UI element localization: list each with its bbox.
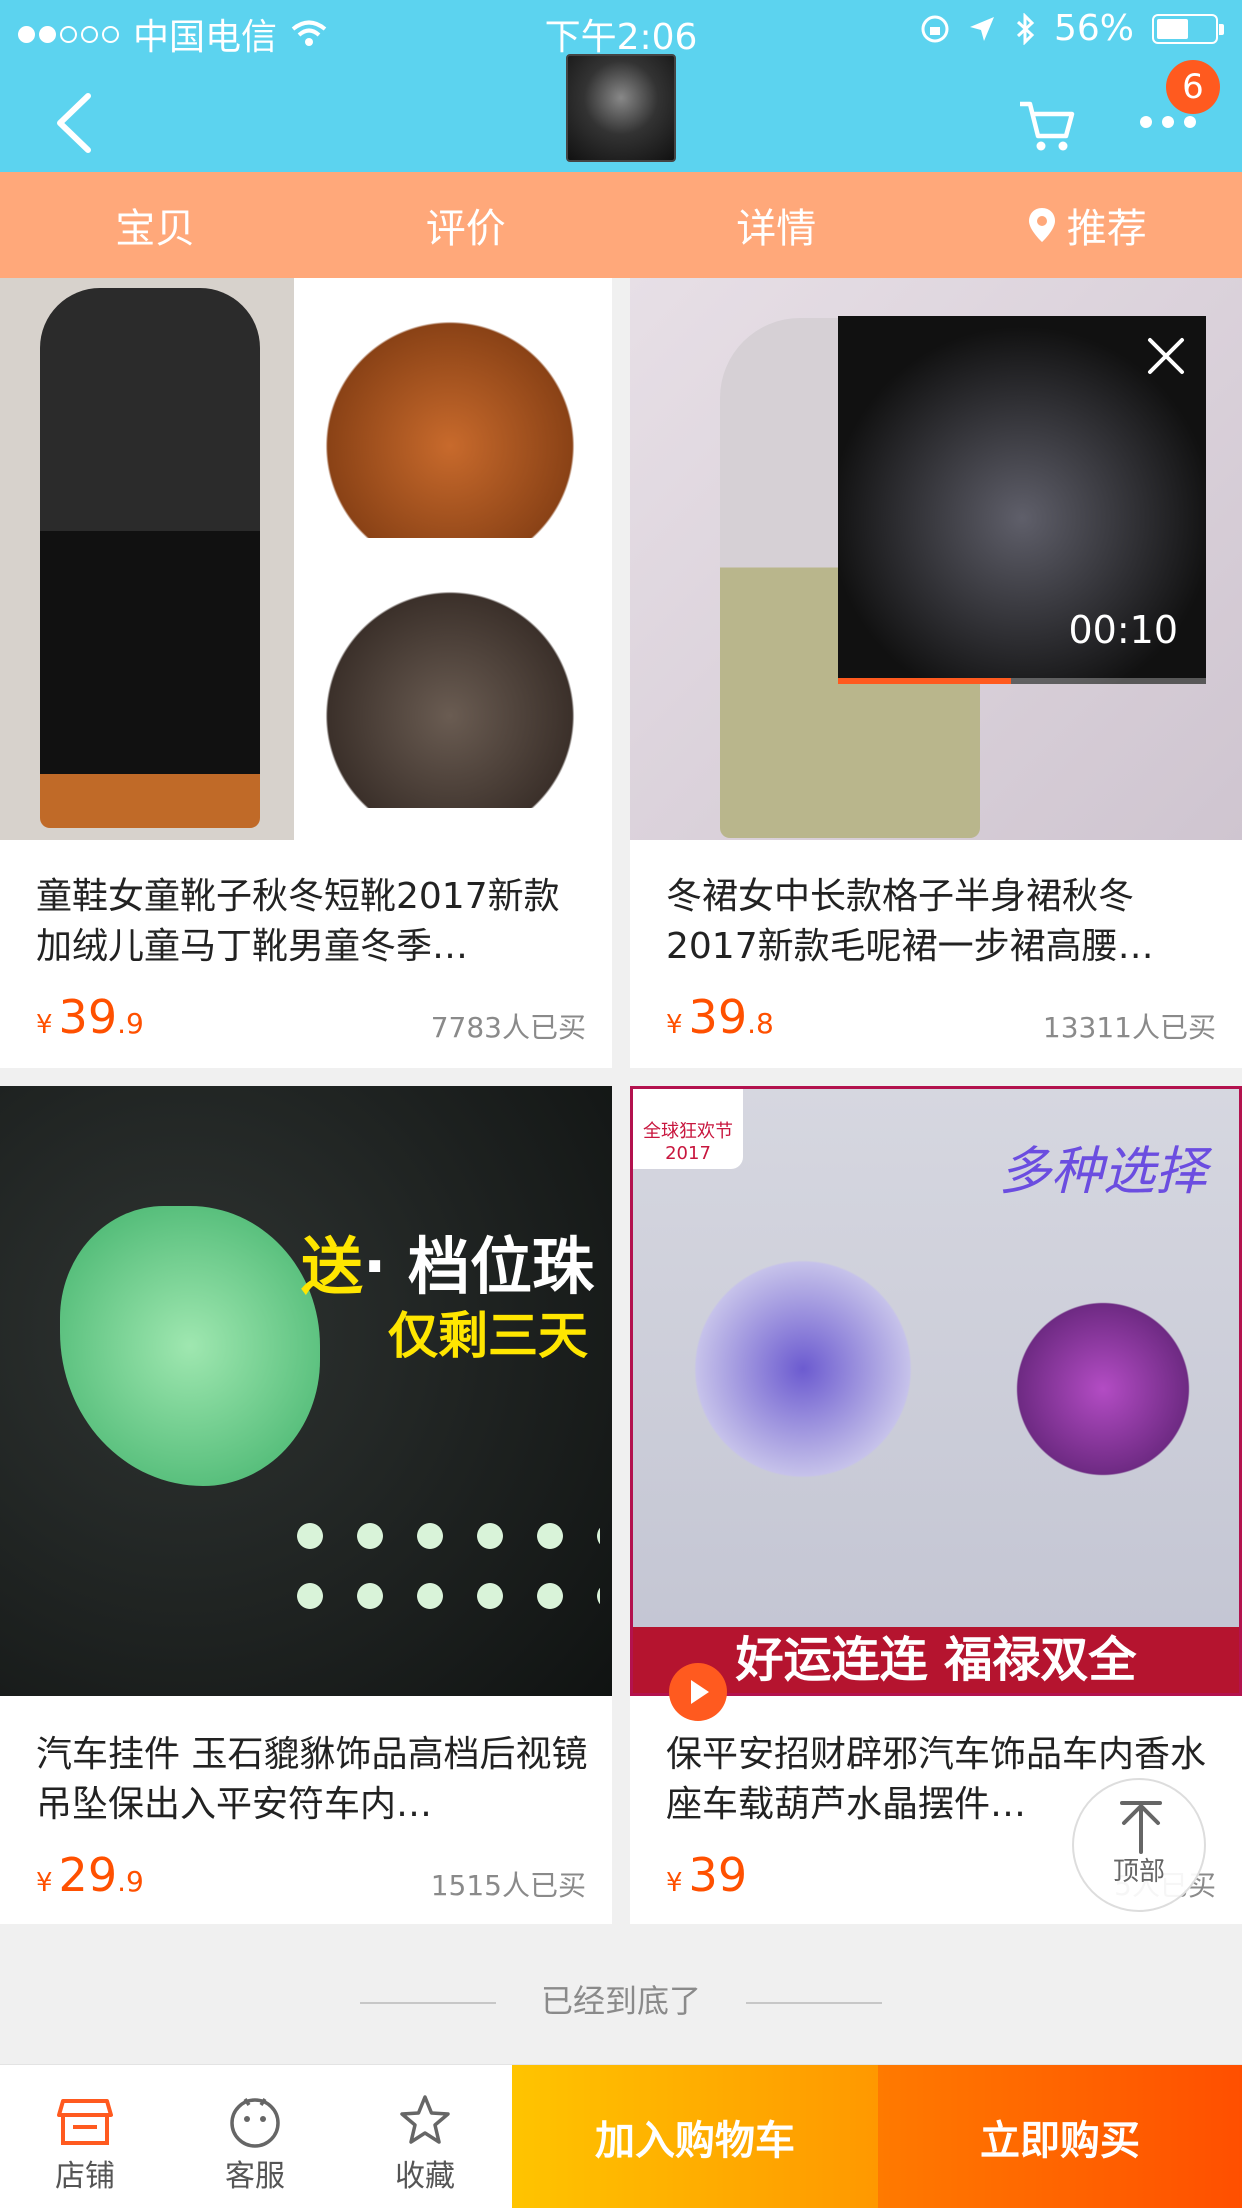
service-label: 客服 <box>225 2159 285 2194</box>
favorite-button[interactable]: 收藏 <box>340 2065 510 2208</box>
shop-label: 店铺 <box>55 2159 115 2194</box>
product-card[interactable]: 送· 档位珠 仅剩三天 汽车挂件 玉石貔貅饰品高档后视镜吊坠保出入平安符车内… … <box>0 1086 612 1924</box>
floating-video[interactable]: 00:10 <box>838 316 1206 684</box>
product-image[interactable]: 全球狂欢节 2017 多种选择 好运连连 福禄双全 <box>630 1086 1242 1721</box>
service-face-icon <box>230 2098 280 2148</box>
price-integer: 39 <box>58 990 118 1044</box>
festival-tag: 全球狂欢节 2017 <box>633 1089 743 1169</box>
currency-symbol: ¥ <box>666 1868 683 1898</box>
location-pin-icon <box>1028 208 1055 242</box>
bottom-action-bar: 店铺 客服 收藏 加入购物车 立即购买 <box>0 2064 1242 2208</box>
image-promo-text: 送· 档位珠 <box>300 1230 594 1303</box>
tab-label: 详情 <box>736 206 817 252</box>
tab-bar: 宝贝 评价 详情 推荐 <box>0 172 1242 278</box>
battery-icon <box>1152 13 1224 44</box>
tab-label: 宝贝 <box>115 206 196 252</box>
rotation-lock-icon <box>921 15 949 42</box>
more-icon[interactable] <box>1140 112 1196 132</box>
tab-label: 评价 <box>425 206 506 252</box>
price-integer: 29 <box>58 1848 118 1902</box>
location-arrow-icon <box>969 16 994 41</box>
image-promo-subtext: 仅剩三天 <box>388 1307 588 1365</box>
end-of-list-text: 已经到底了 <box>540 1982 701 2020</box>
favorite-label: 收藏 <box>395 2159 455 2194</box>
price-integer: 39 <box>688 1848 748 1902</box>
price-decimal: .9 <box>117 1007 144 1040</box>
play-icon[interactable] <box>669 1663 727 1721</box>
image-promo-text: 多种选择 <box>998 1142 1207 1202</box>
product-title[interactable]: 汽车挂件 玉石貔貅饰品高档后视镜吊坠保出入平安符车内… <box>36 1730 588 1830</box>
tab-detail[interactable]: 详情 <box>621 172 932 278</box>
video-progress[interactable] <box>838 678 1206 684</box>
currency-symbol: ¥ <box>36 1868 53 1898</box>
price-decimal: .8 <box>747 1007 774 1040</box>
customer-service-button[interactable]: 客服 <box>170 2065 340 2208</box>
cart-badge: 6 <box>1166 60 1220 114</box>
tab-review[interactable]: 评价 <box>311 172 622 278</box>
buy-now-button[interactable]: 立即购买 <box>878 2065 1242 2208</box>
header-bar: 中国电信 下午2:06 56% 6 <box>0 0 1242 172</box>
product-image[interactable] <box>0 278 612 840</box>
product-price: ¥ 39 <box>666 1848 747 1902</box>
battery-percent: 56% <box>1053 8 1134 49</box>
video-time: 00:10 <box>1068 608 1178 652</box>
tab-label: 推荐 <box>1066 206 1147 252</box>
currency-symbol: ¥ <box>36 1010 53 1040</box>
status-right: 56% <box>920 8 1224 49</box>
divider <box>746 2002 882 2004</box>
price-decimal: .9 <box>117 1865 144 1898</box>
bluetooth-icon <box>1016 12 1035 45</box>
shop-button[interactable]: 店铺 <box>0 2065 170 2208</box>
tab-recommend[interactable]: 推荐 <box>932 172 1242 278</box>
tab-item[interactable]: 宝贝 <box>0 172 311 278</box>
product-price: ¥ 39 .9 <box>36 990 144 1044</box>
product-image[interactable]: 送· 档位珠 仅剩三天 <box>0 1086 612 1696</box>
sold-count: 1515人已买 <box>430 1869 586 1902</box>
cart-icon[interactable] <box>1016 96 1076 156</box>
back-to-top-label: 顶部 <box>1112 1857 1165 1887</box>
close-icon[interactable] <box>1144 334 1188 378</box>
back-to-top-button[interactable]: 顶部 <box>1072 1778 1206 1912</box>
product-price: ¥ 29 .9 <box>36 1848 144 1902</box>
status-bar: 中国电信 下午2:06 56% <box>0 0 1242 60</box>
product-title[interactable]: 童鞋女童靴子秋冬短靴2017新款加绒儿童马丁靴男童冬季… <box>36 872 588 972</box>
star-icon <box>400 2095 450 2144</box>
currency-symbol: ¥ <box>666 1010 683 1040</box>
add-to-cart-button[interactable]: 加入购物车 <box>512 2065 878 2208</box>
arrow-up-icon <box>1120 1801 1162 1854</box>
shop-icon <box>57 2099 113 2145</box>
product-price: ¥ 39 .8 <box>666 990 774 1044</box>
sold-count: 7783人已买 <box>430 1011 586 1044</box>
shop-thumbnail[interactable] <box>566 54 676 162</box>
back-icon[interactable] <box>48 88 98 158</box>
product-title[interactable]: 冬裙女中长款格子半身裙秋冬2017新款毛呢裙一步裙高腰… <box>666 872 1218 972</box>
sold-count: 13311人已买 <box>1042 1011 1216 1044</box>
product-card[interactable]: 童鞋女童靴子秋冬短靴2017新款加绒儿童马丁靴男童冬季… ¥ 39 .9 778… <box>0 278 612 1068</box>
price-integer: 39 <box>688 990 748 1044</box>
